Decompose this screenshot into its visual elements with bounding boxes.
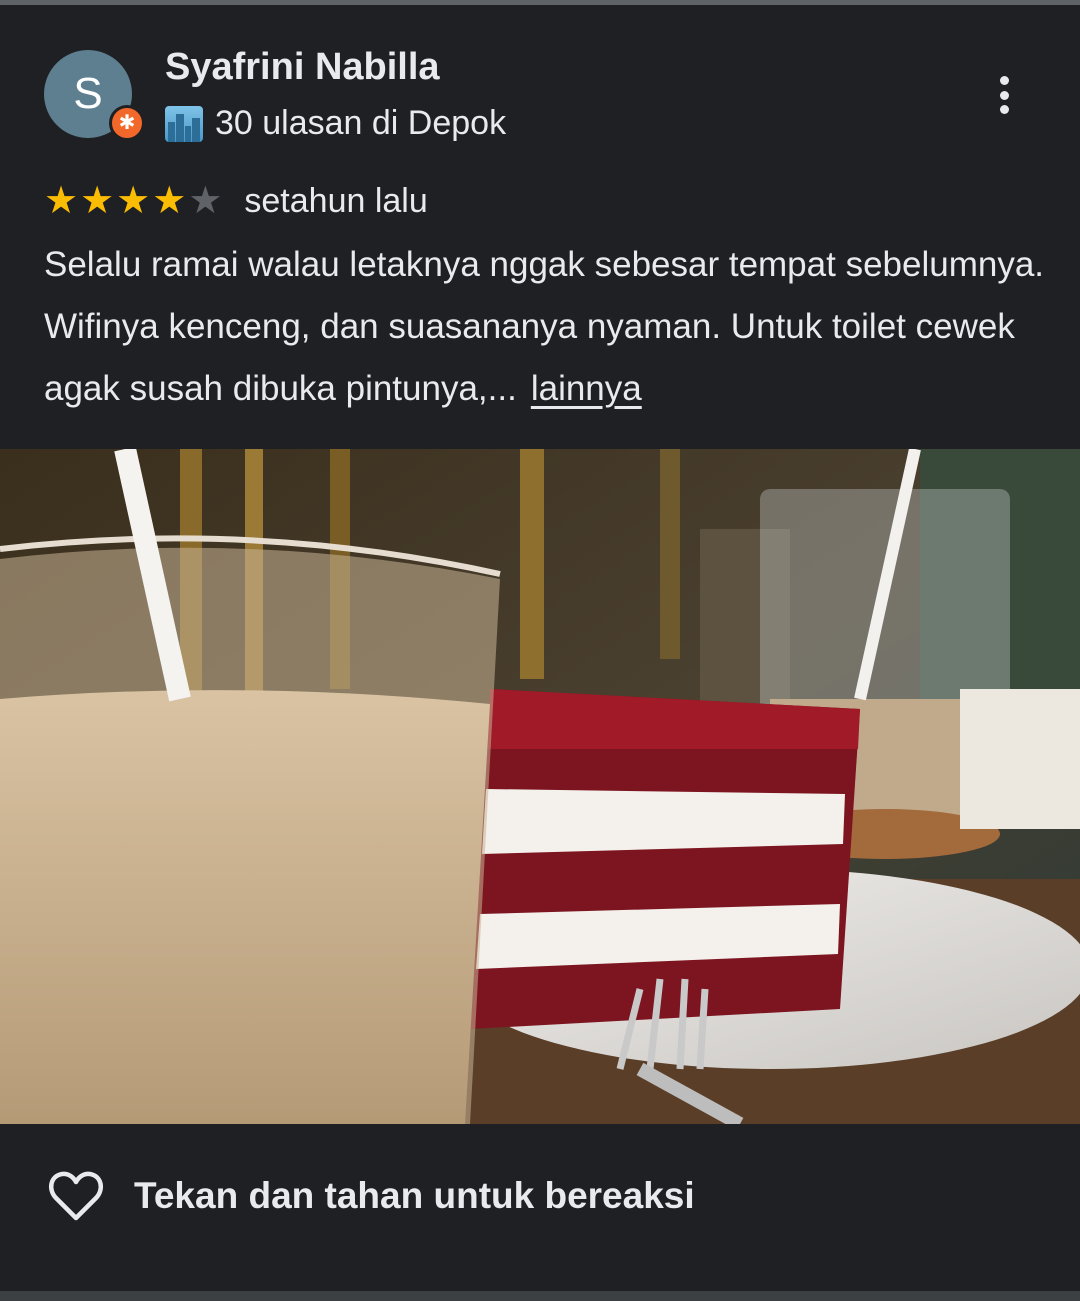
star-icon: ★ [80, 180, 115, 222]
heart-outline-icon [48, 1171, 104, 1221]
star-empty-icon: ★ [188, 180, 223, 222]
top-divider [0, 0, 1080, 5]
review-time: setahun lalu [244, 181, 428, 220]
star-icon: ★ [44, 180, 79, 222]
avatar-initial: S [73, 69, 103, 118]
star-rating: ★ ★ ★ ★ ★ [44, 180, 222, 222]
star-icon: ★ [116, 180, 151, 222]
more-vert-icon[interactable] [982, 70, 1026, 120]
rating-row: ★ ★ ★ ★ ★ setahun lalu [44, 180, 428, 222]
author-name[interactable]: Syafrini Nabilla [165, 46, 440, 89]
review-photo[interactable] [0, 449, 1080, 1124]
local-guide-icon: ✱ [109, 105, 145, 141]
read-more-link[interactable]: lainnya [531, 369, 642, 408]
react-action[interactable]: Tekan dan tahan untuk bereaksi [48, 1170, 695, 1222]
photo-image [0, 449, 1080, 1124]
react-label: Tekan dan tahan untuk bereaksi [134, 1175, 695, 1216]
star-icon: ★ [152, 180, 187, 222]
bottom-divider [0, 1291, 1080, 1301]
reviews-count: 30 ulasan di Depok [215, 104, 507, 142]
review-body: Selalu ramai walau letaknya nggak sebesa… [44, 234, 1044, 420]
cityscape-icon [165, 105, 203, 142]
author-meta: 30 ulasan di Depok [165, 104, 506, 143]
